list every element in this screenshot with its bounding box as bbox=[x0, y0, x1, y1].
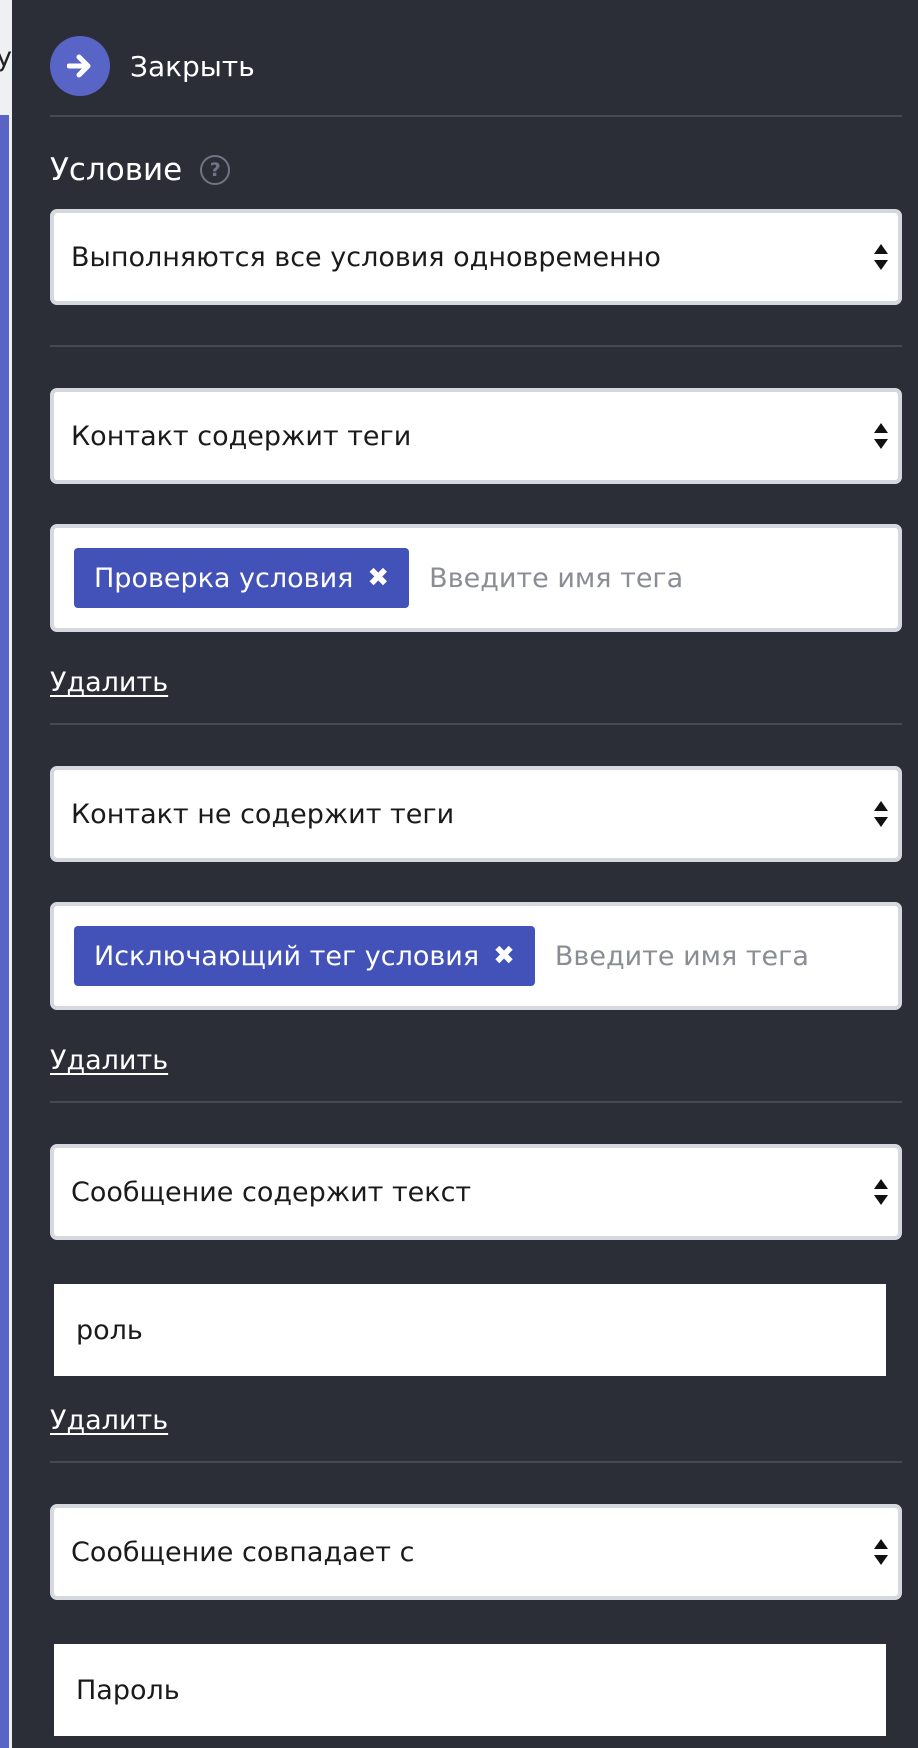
tag-remove-icon[interactable]: ✖ bbox=[493, 941, 515, 971]
condition-title-row: Условие ? bbox=[50, 152, 231, 188]
rule-type-select[interactable]: Сообщение совпадает с bbox=[50, 1504, 902, 1600]
close-button[interactable] bbox=[50, 36, 110, 96]
tag-label: Исключающий тег условия bbox=[94, 940, 480, 972]
rule-type-select[interactable]: Контакт не содержит теги bbox=[50, 766, 902, 862]
tags-input[interactable]: Проверка условия ✖ bbox=[50, 524, 902, 632]
select-value: Контакт содержит теги bbox=[71, 420, 412, 452]
select-value: Выполняются все условия одновременно bbox=[71, 241, 661, 273]
delete-rule-link[interactable]: Удалить bbox=[50, 1045, 168, 1076]
section-title: Условие bbox=[50, 152, 183, 188]
rule-type-select[interactable]: Контакт содержит теги bbox=[50, 388, 902, 484]
sort-arrows-icon bbox=[874, 244, 888, 270]
sort-arrows-icon bbox=[874, 1179, 888, 1205]
divider bbox=[50, 1461, 902, 1463]
tag-name-input[interactable] bbox=[429, 562, 790, 594]
divider bbox=[50, 1101, 902, 1103]
input-value: Пароль bbox=[76, 1674, 180, 1706]
close-row: Закрыть bbox=[50, 36, 255, 96]
sort-arrows-icon bbox=[874, 801, 888, 827]
divider bbox=[50, 345, 902, 347]
tag-chip: Проверка условия ✖ bbox=[74, 548, 410, 608]
condition-side-panel: Закрыть Условие ? Выполняются все услови… bbox=[12, 0, 918, 1748]
close-label[interactable]: Закрыть bbox=[130, 50, 255, 83]
condition-mode-select[interactable]: Выполняются все условия одновременно bbox=[50, 209, 902, 305]
select-value: Контакт не содержит теги bbox=[71, 798, 455, 830]
input-value: роль bbox=[76, 1314, 143, 1346]
message-text-input[interactable]: роль bbox=[54, 1284, 886, 1376]
select-value: Сообщение совпадает с bbox=[71, 1536, 415, 1568]
tags-input[interactable]: Исключающий тег условия ✖ bbox=[50, 902, 902, 1010]
tag-remove-icon[interactable]: ✖ bbox=[367, 563, 389, 593]
tag-label: Проверка условия bbox=[94, 562, 354, 594]
tag-chip: Исключающий тег условия ✖ bbox=[74, 926, 535, 986]
delete-rule-link[interactable]: Удалить bbox=[50, 1405, 168, 1436]
message-match-input[interactable]: Пароль bbox=[54, 1644, 886, 1736]
divider bbox=[50, 723, 902, 725]
background-page: у bbox=[0, 0, 12, 1748]
rule-type-select[interactable]: Сообщение содержит текст bbox=[50, 1144, 902, 1240]
delete-rule-link[interactable]: Удалить bbox=[50, 667, 168, 698]
select-value: Сообщение содержит текст bbox=[71, 1176, 472, 1208]
sort-arrows-icon bbox=[874, 1539, 888, 1565]
divider bbox=[50, 115, 902, 117]
background-text-fragment: у bbox=[0, 42, 12, 73]
help-icon[interactable]: ? bbox=[200, 155, 231, 185]
tag-name-input[interactable] bbox=[554, 940, 855, 972]
arrow-right-icon bbox=[67, 54, 91, 78]
sort-arrows-icon bbox=[874, 423, 888, 449]
background-sidebar-stripe bbox=[0, 115, 9, 1748]
